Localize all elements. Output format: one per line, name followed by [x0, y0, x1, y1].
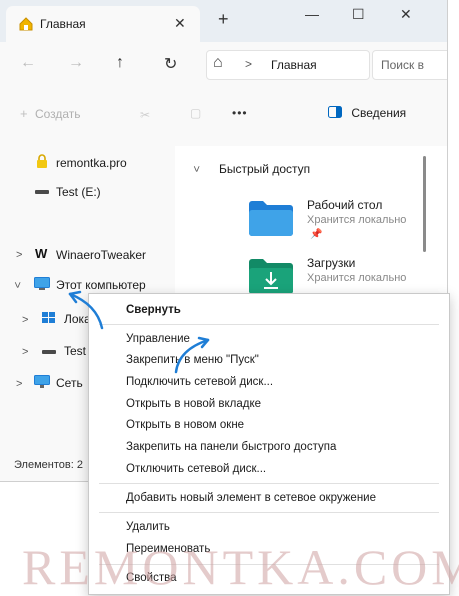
arrow-to-manage-icon	[174, 336, 210, 374]
annotation-arrows	[68, 290, 210, 374]
arrow-to-this-pc-icon	[68, 290, 104, 330]
watermark: REMONTKA.COM	[22, 539, 459, 595]
